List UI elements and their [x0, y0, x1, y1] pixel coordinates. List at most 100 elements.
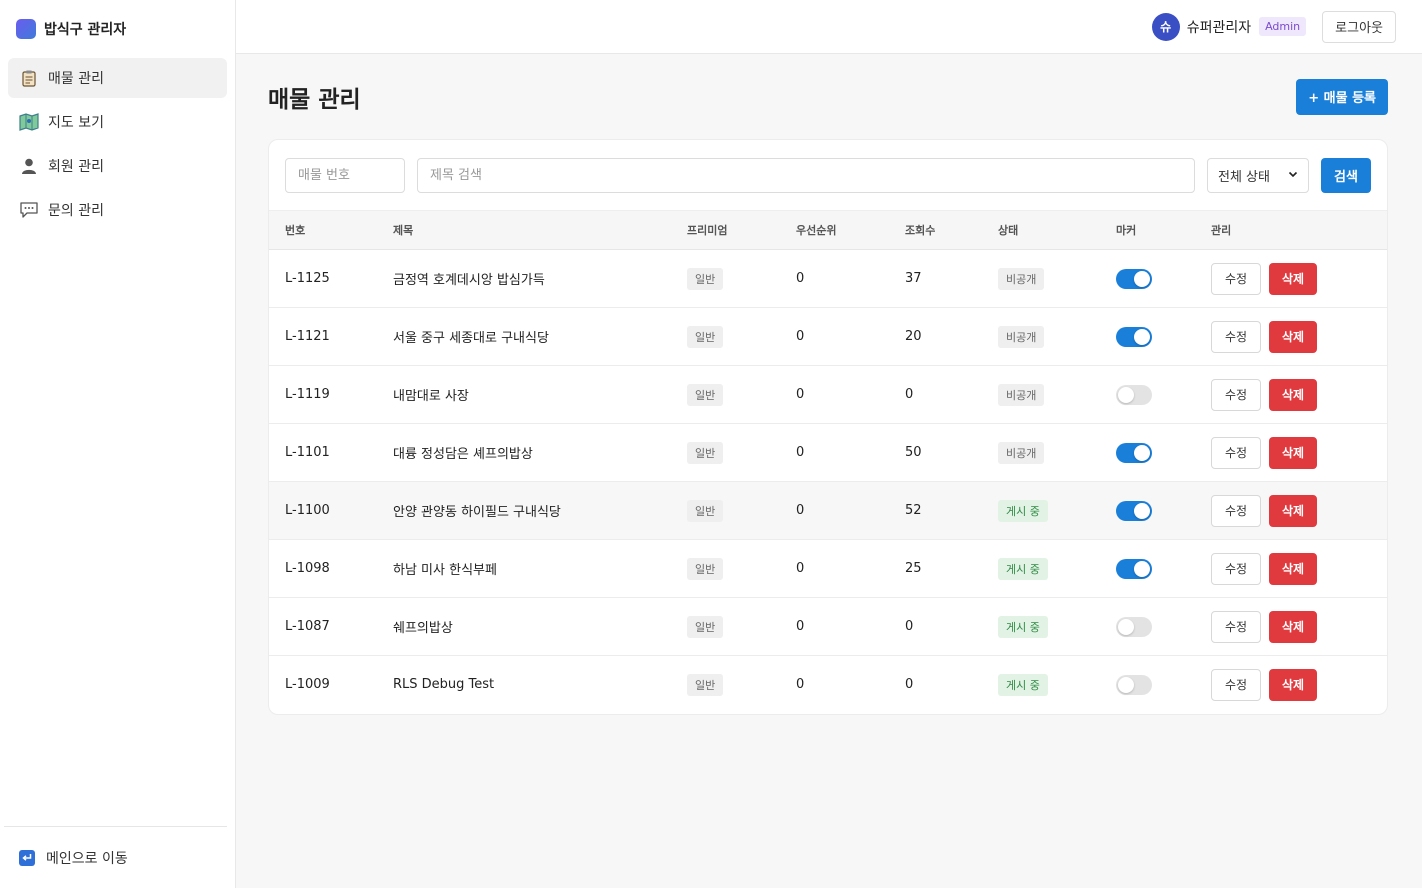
status-badge: 비공개 — [998, 383, 1045, 406]
title-search-input[interactable] — [417, 157, 1195, 193]
table-row[interactable]: L-1100 안양 관양동 하이필드 구내식당 일반 0 52 게시 중 수정 삭제 — [269, 481, 1387, 540]
listing-id: L-1121 — [285, 329, 330, 344]
marker-toggle[interactable] — [1116, 674, 1152, 695]
listing-title[interactable]: 대륭 정성담은 셰프의밥상 — [393, 424, 687, 482]
filter-bar: 전체 상태 검색 — [269, 140, 1387, 210]
search-button[interactable]: 검색 — [1321, 157, 1371, 193]
priority-value: 0 — [796, 445, 805, 460]
edit-button[interactable]: 수정 — [1211, 610, 1261, 643]
edit-button[interactable]: 수정 — [1211, 378, 1261, 411]
sidebar-item-inquiries[interactable]: 문의 관리 — [8, 190, 227, 230]
listing-id-input[interactable] — [285, 157, 405, 193]
header-id: 번호 — [285, 224, 306, 237]
views-value: 0 — [905, 677, 914, 693]
listing-id: L-1119 — [285, 387, 330, 402]
delete-button[interactable]: 삭제 — [1269, 552, 1317, 585]
chevron-down-icon — [1288, 168, 1298, 183]
listing-title[interactable]: 서울 중구 세종대로 구내식당 — [393, 308, 687, 366]
header-marker: 마커 — [1116, 224, 1137, 237]
listing-id: L-1101 — [285, 445, 330, 460]
premium-tag: 일반 — [687, 557, 724, 580]
edit-button[interactable]: 수정 — [1211, 436, 1261, 469]
listing-title[interactable]: 금정역 호계데시앙 밥심가득 — [393, 250, 687, 308]
delete-button[interactable]: 삭제 — [1269, 668, 1317, 701]
marker-toggle[interactable] — [1116, 500, 1152, 521]
table-row[interactable]: L-1101 대륭 정성담은 셰프의밥상 일반 0 50 비공개 수정 삭제 — [269, 424, 1387, 482]
premium-tag: 일반 — [687, 383, 724, 406]
edit-button[interactable]: 수정 — [1211, 552, 1261, 585]
table-header-row: 번호 제목 프리미엄 우선순위 조회수 상태 마커 관리 — [269, 210, 1387, 250]
marker-toggle[interactable] — [1116, 616, 1152, 637]
main-content: 매물 관리 + 매물 등록 전체 상태 검색 번호 제목 프리미엄 — [268, 54, 1388, 715]
toggle-knob — [1134, 502, 1150, 519]
listing-id: L-1100 — [285, 503, 330, 518]
brand[interactable]: 밥식구 관리자 — [0, 0, 235, 58]
status-badge: 게시 중 — [998, 615, 1048, 638]
views-value: 25 — [905, 561, 922, 576]
add-listing-button[interactable]: + 매물 등록 — [1296, 78, 1388, 115]
marker-toggle[interactable] — [1116, 268, 1152, 289]
return-icon — [16, 847, 38, 869]
chat-icon — [18, 199, 40, 221]
toggle-knob — [1134, 444, 1150, 461]
sidebar-item-members[interactable]: 회원 관리 — [8, 146, 227, 186]
status-badge: 비공개 — [998, 325, 1045, 348]
table-row[interactable]: L-1087 쉐프의밥상 일반 0 0 게시 중 수정 삭제 — [269, 598, 1387, 656]
toggle-knob — [1134, 328, 1150, 345]
delete-button[interactable]: 삭제 — [1269, 494, 1317, 527]
page-title: 매물 관리 — [268, 86, 361, 113]
sidebar-nav: 매물 관리 지도 보기 회원 관리 문의 관리 — [0, 58, 235, 230]
listing-title[interactable]: 쉐프의밥상 — [393, 598, 687, 656]
status-select[interactable]: 전체 상태 — [1207, 157, 1309, 193]
premium-tag: 일반 — [687, 499, 724, 522]
edit-button[interactable]: 수정 — [1211, 262, 1261, 295]
status-badge: 비공개 — [998, 441, 1045, 464]
brand-logo-icon — [16, 19, 36, 39]
views-value: 20 — [905, 329, 922, 344]
avatar[interactable]: 슈 — [1151, 12, 1180, 41]
listing-title[interactable]: RLS Debug Test — [393, 656, 687, 714]
listing-title[interactable]: 안양 관양동 하이필드 구내식당 — [393, 482, 687, 540]
premium-tag: 일반 — [687, 267, 724, 290]
sidebar-item-map[interactable]: 지도 보기 — [8, 102, 227, 142]
map-icon — [18, 111, 40, 133]
delete-button[interactable]: 삭제 — [1269, 320, 1317, 353]
delete-button[interactable]: 삭제 — [1269, 378, 1317, 411]
logout-button[interactable]: 로그아웃 — [1322, 10, 1396, 43]
priority-value: 0 — [796, 677, 805, 693]
table-body: L-1125 금정역 호계데시앙 밥심가득 일반 0 37 비공개 수정 삭제 L-1121 서울… — [269, 250, 1387, 714]
toggle-knob — [1118, 386, 1134, 403]
page-header: 매물 관리 + 매물 등록 — [268, 54, 1388, 139]
sidebar-item-listings[interactable]: 매물 관리 — [8, 58, 227, 98]
user-name: 슈퍼관리자 — [1186, 19, 1252, 36]
marker-toggle[interactable] — [1116, 442, 1152, 463]
marker-toggle[interactable] — [1116, 326, 1152, 347]
marker-toggle[interactable] — [1116, 558, 1152, 579]
listing-title[interactable]: 내맘대로 사장 — [393, 366, 687, 424]
table-row[interactable]: L-1098 하남 미사 한식부페 일반 0 25 게시 중 수정 삭제 — [269, 540, 1387, 598]
edit-button[interactable]: 수정 — [1211, 494, 1261, 527]
role-badge: Admin — [1259, 17, 1307, 36]
marker-toggle[interactable] — [1116, 384, 1152, 405]
header-title: 제목 — [393, 224, 414, 237]
edit-button[interactable]: 수정 — [1211, 320, 1261, 353]
listing-title[interactable]: 하남 미사 한식부페 — [393, 540, 687, 598]
table-row[interactable]: L-1125 금정역 호계데시앙 밥심가득 일반 0 37 비공개 수정 삭제 — [269, 250, 1387, 308]
table-row[interactable]: L-1009 RLS Debug Test 일반 0 0 게시 중 수정 삭제 — [269, 656, 1387, 714]
sidebar: 밥식구 관리자 매물 관리 지도 보기 회원 관리 문의 관리 메인으로 이동 — [0, 0, 236, 888]
brand-name: 밥식구 관리자 — [44, 22, 127, 38]
delete-button[interactable]: 삭제 — [1269, 436, 1317, 469]
sidebar-item-label: 문의 관리 — [48, 203, 104, 219]
sidebar-item-label: 회원 관리 — [48, 159, 104, 175]
delete-button[interactable]: 삭제 — [1269, 610, 1317, 643]
table-row[interactable]: L-1121 서울 중구 세종대로 구내식당 일반 0 20 비공개 수정 삭제 — [269, 308, 1387, 366]
table-row[interactable]: L-1119 내맘대로 사장 일반 0 0 비공개 수정 삭제 — [269, 366, 1387, 424]
views-value: 52 — [905, 503, 922, 518]
premium-tag: 일반 — [687, 615, 724, 638]
delete-button[interactable]: 삭제 — [1269, 262, 1317, 295]
priority-value: 0 — [796, 561, 805, 576]
priority-value: 0 — [796, 387, 805, 402]
edit-button[interactable]: 수정 — [1211, 668, 1261, 701]
go-to-main-link[interactable]: 메인으로 이동 — [4, 826, 227, 888]
status-badge: 비공개 — [998, 267, 1045, 290]
